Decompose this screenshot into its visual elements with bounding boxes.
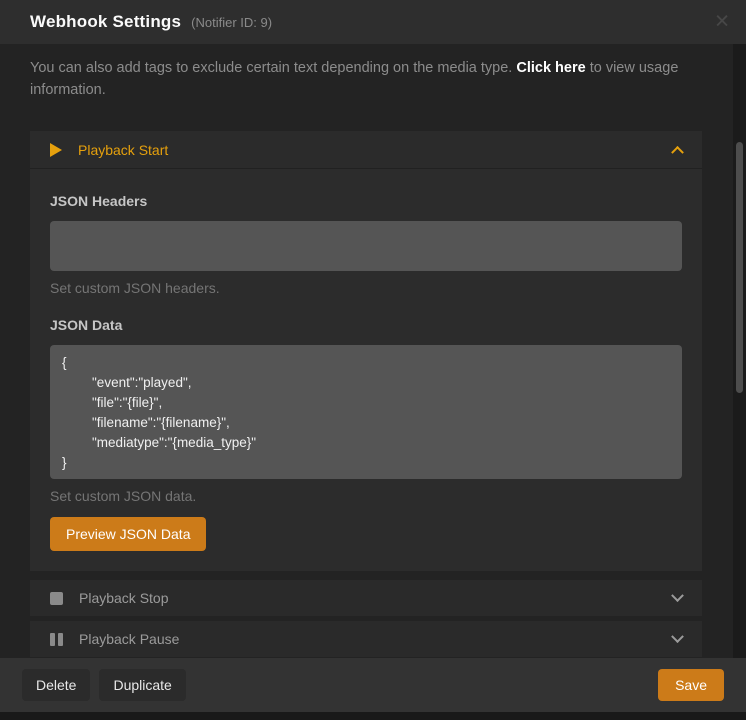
stop-icon: [50, 592, 63, 605]
preview-json-data-button[interactable]: Preview JSON Data: [50, 517, 206, 551]
chevron-up-icon: [671, 146, 684, 159]
usage-info-text: You can also add tags to exclude certain…: [30, 57, 690, 101]
accordion-label-playback-start: Playback Start: [78, 142, 168, 158]
json-headers-label: JSON Headers: [50, 193, 682, 209]
scrollbar-thumb[interactable]: [736, 142, 743, 393]
json-data-label: JSON Data: [50, 317, 682, 333]
panel-body-playback-start: JSON Headers Set custom JSON headers. JS…: [30, 169, 702, 571]
modal-body: You can also add tags to exclude certain…: [0, 44, 746, 658]
json-headers-input[interactable]: [50, 221, 682, 271]
webhook-settings-modal: Webhook Settings (Notifier ID: 9) ✕ You …: [0, 0, 746, 720]
json-data-help: Set custom JSON data.: [50, 488, 682, 504]
duplicate-button[interactable]: Duplicate: [99, 669, 185, 701]
chevron-down-icon: [671, 630, 684, 643]
chevron-down-icon: [671, 589, 684, 602]
json-data-input[interactable]: { "event":"played", "file":"{file}", "fi…: [50, 345, 682, 479]
panel-playback-pause: Playback Pause: [30, 621, 702, 657]
accordion-header-playback-start[interactable]: Playback Start: [30, 131, 702, 169]
pause-icon: [50, 633, 63, 646]
play-icon: [50, 143, 62, 157]
notifier-id-label: (Notifier ID: 9): [191, 15, 272, 30]
accordion-label-playback-pause: Playback Pause: [79, 631, 179, 647]
json-headers-help: Set custom JSON headers.: [50, 280, 682, 296]
panel-playback-start: Playback Start JSON Headers Set custom J…: [30, 131, 702, 571]
accordion-header-playback-pause[interactable]: Playback Pause: [30, 621, 702, 657]
panel-playback-stop: Playback Stop: [30, 580, 702, 616]
modal-title: Webhook Settings: [30, 12, 181, 32]
save-button[interactable]: Save: [658, 669, 724, 701]
modal-footer: Delete Duplicate Save: [0, 658, 746, 712]
modal-header: Webhook Settings (Notifier ID: 9) ✕: [0, 0, 746, 44]
usage-info-text-before: You can also add tags to exclude certain…: [30, 60, 516, 76]
click-here-link[interactable]: Click here: [516, 60, 585, 76]
page-background-strip: [0, 712, 746, 720]
close-icon[interactable]: ✕: [714, 13, 730, 32]
accordion-header-playback-stop[interactable]: Playback Stop: [30, 580, 702, 616]
trigger-accordion: Playback Start JSON Headers Set custom J…: [30, 131, 702, 657]
delete-button[interactable]: Delete: [22, 669, 90, 701]
accordion-label-playback-stop: Playback Stop: [79, 590, 169, 606]
scrollbar-track[interactable]: [733, 44, 746, 658]
